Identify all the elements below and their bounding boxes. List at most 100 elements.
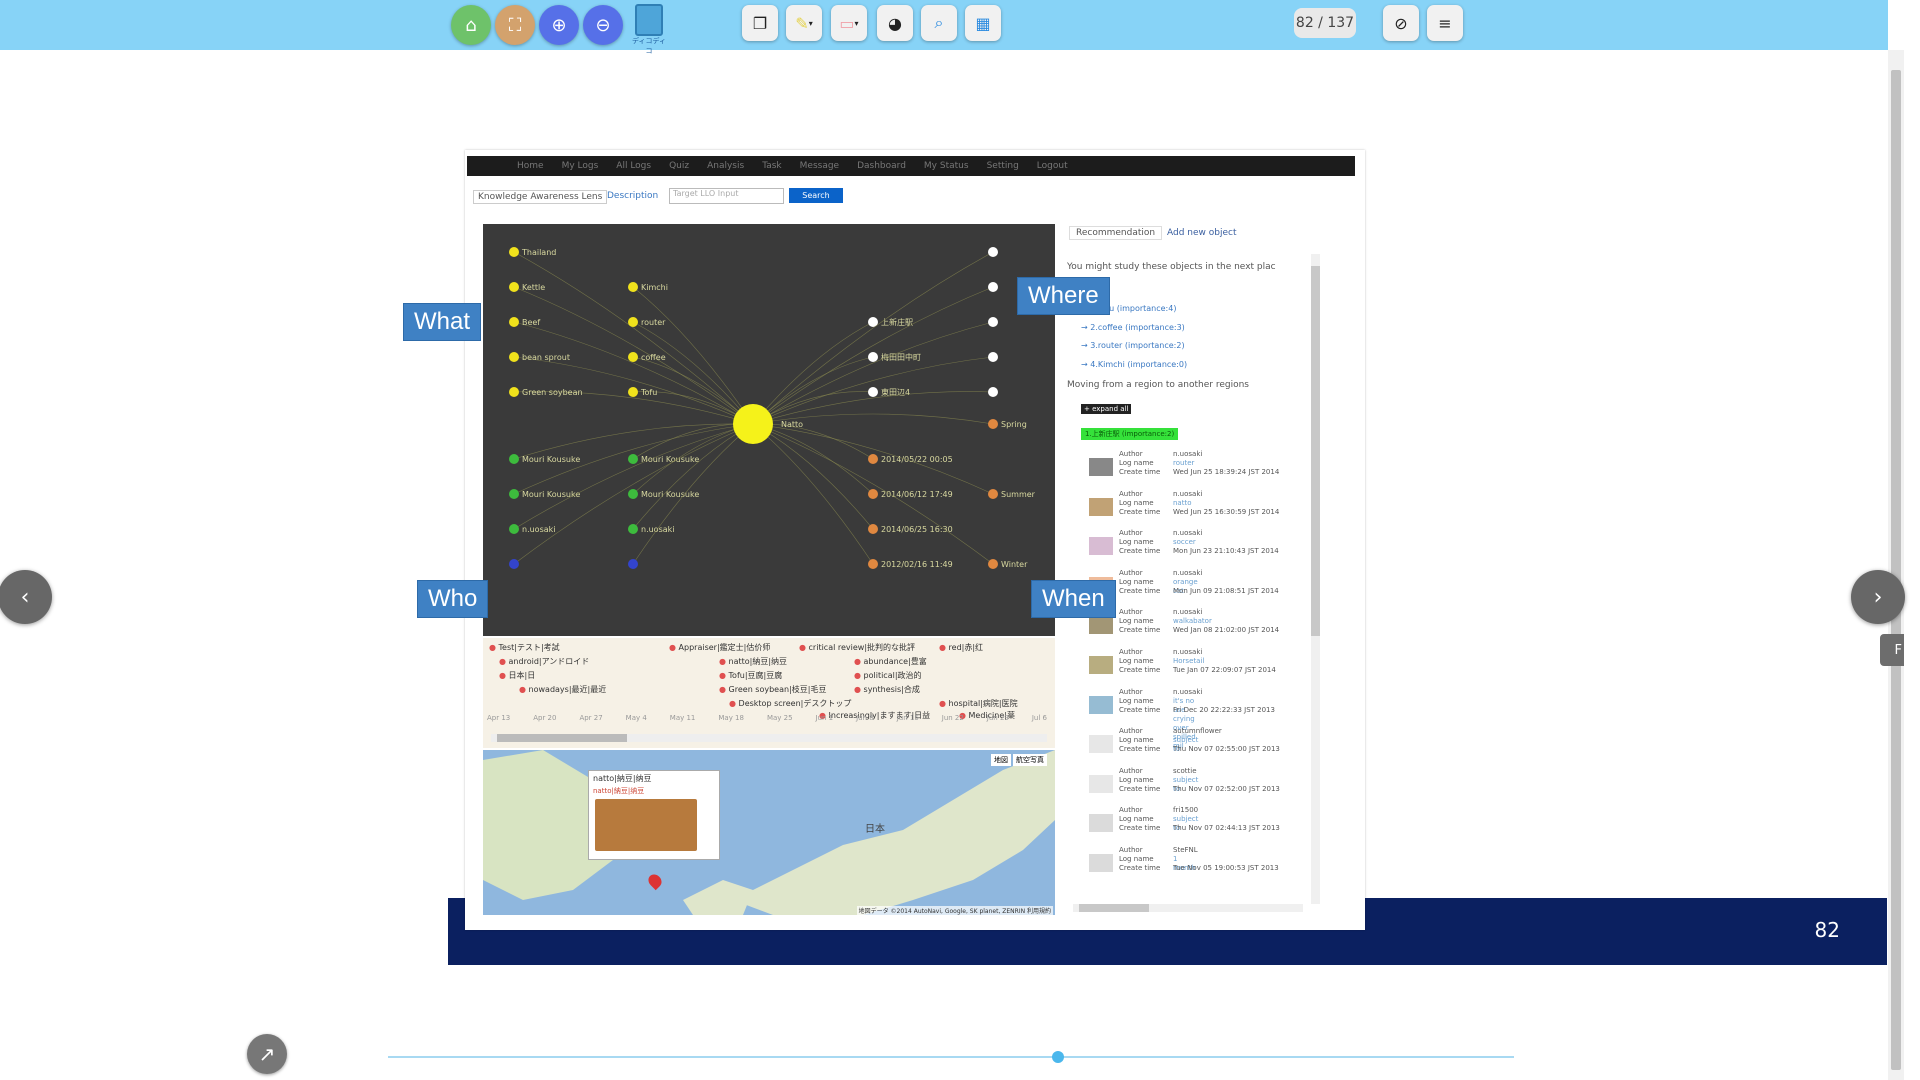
graph-node-label: bean sprout: [522, 353, 570, 362]
what-label: What: [403, 303, 482, 341]
timeline-tag: ● Desktop screen|デスクトップ: [729, 699, 852, 708]
graph-node: [628, 524, 638, 534]
chevron-right-icon: ›: [1873, 584, 1883, 610]
log-entry: Author autumnflower Log name subject to Cr…: [1079, 727, 1319, 763]
natto-photo: [595, 799, 697, 851]
recommendation-item: → 2.coffee (importance:3): [1081, 322, 1185, 332]
graph-node: [628, 387, 638, 397]
author-label: Author: [1119, 489, 1143, 498]
graph-node: [628, 352, 638, 362]
createtime-label: Create time: [1119, 784, 1161, 793]
search-button[interactable]: ⌕: [921, 5, 957, 41]
graph-node: [868, 559, 878, 569]
app-nav-item: Quiz: [669, 161, 690, 171]
logname-label: Log name: [1119, 696, 1154, 705]
log-entry: Author fri1500 Log name subject to Create …: [1079, 806, 1319, 842]
author-label: Author: [1119, 806, 1143, 815]
app-logo[interactable]: ディコディコ: [629, 4, 669, 55]
timeline-tag: ● political|政治的: [854, 671, 922, 680]
graph-node-label: Beef: [522, 318, 540, 327]
log-entry: Author SteFNL Log name 1 month Create time…: [1079, 846, 1319, 882]
popup-title: natto|納豆|纳豆: [593, 774, 652, 783]
next-page-button[interactable]: ›: [1851, 570, 1905, 624]
timeline-tag: ● natto|納豆|纳豆: [719, 657, 788, 666]
createtime-label: Create time: [1119, 705, 1161, 714]
app-tab-row: Knowledge Awareness Lens Description Tar…: [467, 186, 1327, 206]
center-node-label: Natto: [781, 420, 803, 429]
timeline-date: Jun 29: [986, 714, 1009, 722]
highlighter-button[interactable]: ✎ ▾: [786, 5, 822, 41]
timeline-date: Apr 13: [487, 714, 511, 722]
graph-node: [628, 489, 638, 499]
page-progress-knob[interactable]: [1052, 1051, 1064, 1063]
log-name: router: [1173, 459, 1195, 467]
createtime-label: Create time: [1119, 626, 1161, 635]
graph-node: [628, 559, 638, 569]
graph-node-label: Green soybean: [522, 388, 583, 397]
graph-node: [988, 419, 998, 429]
log-list: Author n.uosaki Log name router Create tim…: [1067, 450, 1327, 910]
top-toolbar: ⌂ ⛶ ⊕ ⊖ ディコディコ ❐ ✎ ▾ ▭ ▾ ◕ ⌕ ▦ 82 / 137 ⊘ …: [0, 0, 1888, 55]
log-thumbnail: [1089, 656, 1113, 674]
app-nav-item: Dashboard: [857, 161, 906, 171]
log-entry: Author n.uosaki Log name soccer Create tim…: [1079, 529, 1319, 565]
createtime-label: Create time: [1119, 824, 1161, 833]
graph-node: [868, 454, 878, 464]
timeline-tag: ● synthesis|合成: [854, 685, 920, 694]
zoom-in-button[interactable]: ⊕: [539, 5, 579, 45]
graph-node-label: 2012/02/16 11:49: [881, 560, 953, 569]
highlighter-icon: ✎: [795, 13, 809, 33]
popup-subtitle: natto|納豆|纳豆: [593, 787, 645, 795]
log-time: Thu Nov 07 02:55:00 JST 2013: [1173, 745, 1280, 754]
log-time: Wed Jun 25 16:30:59 JST 2014: [1173, 507, 1280, 516]
timeline-date: Jun 1: [815, 714, 834, 722]
log-author: n.uosaki: [1173, 489, 1203, 498]
description-tab: Description: [607, 191, 659, 201]
bookmark-button[interactable]: ❐: [742, 5, 778, 41]
side-panel-tab[interactable]: F: [1880, 634, 1904, 666]
graph-node: [628, 282, 638, 292]
logname-label: Log name: [1119, 498, 1154, 507]
log-thumbnail: [1089, 616, 1113, 635]
fullscreen-icon: ⛶: [508, 14, 522, 36]
author-label: Author: [1119, 568, 1143, 577]
log-author: fri1500: [1173, 806, 1199, 815]
log-name: natto: [1173, 498, 1192, 507]
scrollbar-thumb[interactable]: [1891, 70, 1901, 1070]
zoom-out-button[interactable]: ⊖: [583, 5, 623, 45]
graph-node: [628, 317, 638, 327]
home-button[interactable]: ⌂: [451, 5, 491, 45]
logname-label: Log name: [1119, 815, 1154, 824]
vertical-scrollbar[interactable]: [1888, 50, 1904, 1080]
log-author: scottie: [1173, 766, 1197, 775]
timeline-date: Apr 20: [533, 714, 557, 722]
palette-button[interactable]: ◕: [877, 5, 913, 41]
graph-node: [509, 559, 519, 569]
log-thumbnail: [1089, 497, 1113, 516]
eraser-button[interactable]: ▭ ▾: [831, 5, 867, 41]
menu-button[interactable]: ≡: [1427, 5, 1463, 41]
fullscreen-button[interactable]: ⛶: [495, 5, 535, 45]
logname-label: Log name: [1119, 736, 1154, 745]
thumbnails-button[interactable]: ▦: [965, 5, 1001, 41]
page-progress-track[interactable]: [388, 1056, 1514, 1058]
prev-page-button[interactable]: ‹: [0, 570, 52, 624]
app-nav-item: My Status: [923, 161, 969, 171]
log-thumbnail: [1089, 458, 1113, 476]
graph-node: [988, 352, 998, 362]
expand-all-button: + expand all: [1081, 404, 1132, 414]
eraser-icon: ▭: [839, 13, 855, 33]
log-time: Tue Nov 05 19:00:53 JST 2013: [1173, 864, 1279, 872]
log-thumbnail: [1089, 537, 1113, 556]
timeline-dates: Apr 13 Apr 20 Apr 27 May 4 May 11 May 18 May 2…: [487, 714, 1047, 722]
graph-node: [628, 454, 638, 464]
graph-node: [988, 317, 998, 327]
map-land-svg: [483, 750, 1055, 915]
graph-node-label: Mouri Kousuke: [641, 455, 699, 464]
logname-label: Log name: [1119, 775, 1154, 784]
hide-annotations-button[interactable]: ⊘: [1383, 5, 1419, 41]
add-object-tab: Add new object: [1167, 228, 1237, 238]
logname-label: Log name: [1119, 657, 1154, 665]
expand-button[interactable]: ↗: [247, 1034, 287, 1074]
timeline-tag: ● nowadays|最近|最近: [519, 685, 607, 694]
